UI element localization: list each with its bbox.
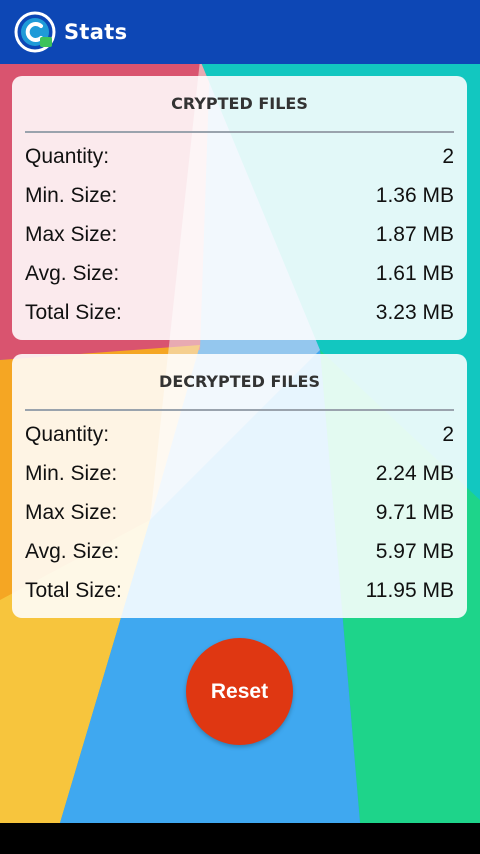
system-nav-bar bbox=[0, 823, 480, 854]
decrypted-files-card: DECRYPTED FILES Quantity: 2 Min. Size: 2… bbox=[12, 354, 467, 618]
decrypted-files-title: DECRYPTED FILES bbox=[25, 354, 454, 411]
row-value: 2 bbox=[442, 422, 454, 446]
row-label: Quantity: bbox=[25, 422, 110, 446]
app-bar: Stats bbox=[0, 0, 480, 64]
row-value: 2 bbox=[442, 144, 454, 168]
row-value: 1.61 MB bbox=[375, 261, 454, 285]
row-label: Avg. Size: bbox=[25, 539, 120, 563]
row-value: 3.23 MB bbox=[375, 300, 454, 324]
crypted-max-size-row: Max Size: 1.87 MB bbox=[25, 215, 454, 254]
crypted-avg-size-row: Avg. Size: 1.61 MB bbox=[25, 254, 454, 293]
decrypted-avg-size-row: Avg. Size: 5.97 MB bbox=[25, 532, 454, 571]
crypted-files-card: CRYPTED FILES Quantity: 2 Min. Size: 1.3… bbox=[12, 76, 467, 340]
row-value: 5.97 MB bbox=[375, 539, 454, 563]
row-label: Max Size: bbox=[25, 500, 118, 524]
decrypted-total-size-row: Total Size: 11.95 MB bbox=[25, 571, 454, 610]
app-logo-icon[interactable] bbox=[14, 11, 56, 53]
crypted-files-title: CRYPTED FILES bbox=[25, 76, 454, 133]
crypted-total-size-row: Total Size: 3.23 MB bbox=[25, 293, 454, 332]
reset-button[interactable]: Reset bbox=[186, 638, 293, 745]
row-label: Min. Size: bbox=[25, 183, 118, 207]
row-label: Avg. Size: bbox=[25, 261, 120, 285]
app-title: Stats bbox=[64, 20, 128, 44]
decrypted-max-size-row: Max Size: 9.71 MB bbox=[25, 493, 454, 532]
crypted-quantity-row: Quantity: 2 bbox=[25, 137, 454, 176]
row-label: Min. Size: bbox=[25, 461, 118, 485]
decrypted-quantity-row: Quantity: 2 bbox=[25, 415, 454, 454]
row-label: Total Size: bbox=[25, 578, 122, 602]
row-label: Max Size: bbox=[25, 222, 118, 246]
row-value: 9.71 MB bbox=[375, 500, 454, 524]
row-value: 2.24 MB bbox=[375, 461, 454, 485]
crypted-min-size-row: Min. Size: 1.36 MB bbox=[25, 176, 454, 215]
row-value: 11.95 MB bbox=[365, 578, 454, 602]
row-value: 1.87 MB bbox=[375, 222, 454, 246]
row-value: 1.36 MB bbox=[375, 183, 454, 207]
decrypted-min-size-row: Min. Size: 2.24 MB bbox=[25, 454, 454, 493]
row-label: Total Size: bbox=[25, 300, 122, 324]
row-label: Quantity: bbox=[25, 144, 110, 168]
